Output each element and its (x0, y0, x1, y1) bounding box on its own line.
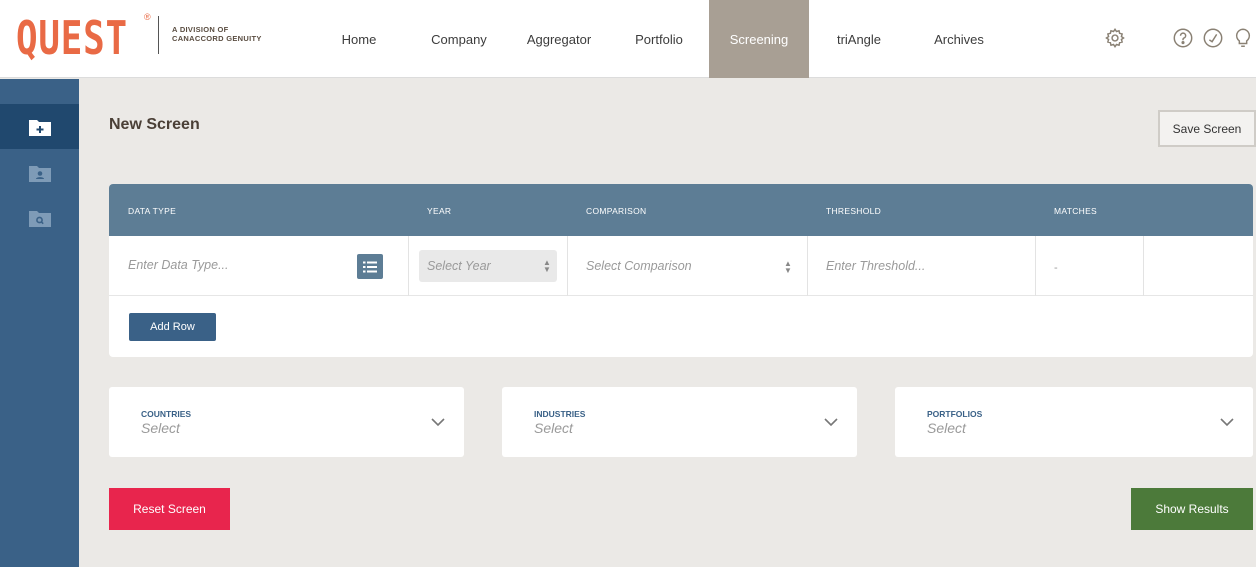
cell-divider (408, 236, 409, 296)
check-icon[interactable] (1202, 27, 1224, 49)
nav-archives[interactable]: Archives (909, 0, 1009, 78)
criteria-row: Enter Data Type... Select Year ▲ ▼ Select… (109, 236, 1253, 296)
header-matches: MATCHES (1054, 206, 1098, 216)
header-threshold: THRESHOLD (826, 206, 882, 216)
updown-arrows-icon: ▲ ▼ (784, 259, 792, 275)
user-folder-icon (28, 165, 51, 182)
new-folder-icon (28, 119, 51, 136)
tagline-line-2: CANACCORD GENUITY (172, 34, 262, 43)
header-year: YEAR (427, 206, 452, 216)
page-title: New Screen (109, 116, 200, 133)
chevron-down-icon (431, 418, 445, 427)
sidebar-item-new-screen[interactable] (0, 104, 79, 149)
tagline-line-1: A DIVISION OF (172, 25, 229, 34)
cell-divider (1035, 236, 1036, 296)
sidebar (0, 79, 79, 567)
year-select[interactable]: Select Year ▲ ▼ (419, 250, 557, 282)
industries-value: Select (534, 420, 573, 436)
nav-triangle[interactable]: triAngle (809, 0, 909, 78)
main-nav: Home Company Aggregator Portfolio Screen… (309, 0, 1009, 78)
logo-tagline: A DIVISION OF CANACCORD GENUITY (172, 25, 292, 43)
nav-company[interactable]: Company (409, 0, 509, 78)
industries-dropdown[interactable]: INDUSTRIES Select (502, 387, 857, 457)
chevron-down-icon (824, 418, 838, 427)
header-comparison: COMPARISON (586, 206, 647, 216)
comparison-select[interactable]: Select Comparison (586, 259, 692, 273)
threshold-input[interactable]: Enter Threshold... (826, 259, 925, 273)
nav-home[interactable]: Home (309, 0, 409, 78)
nav-aggregator[interactable]: Aggregator (509, 0, 609, 78)
portfolios-value: Select (927, 420, 966, 436)
add-row-button[interactable]: Add Row (129, 313, 216, 341)
updown-arrows-icon: ▲ ▼ (543, 258, 551, 274)
registered-mark: ® (144, 12, 151, 22)
query-folder-icon (28, 210, 51, 227)
portfolios-dropdown[interactable]: PORTFOLIOS Select (895, 387, 1253, 457)
header-data-type: DATA TYPE (128, 206, 177, 216)
show-results-button[interactable]: Show Results (1131, 488, 1253, 530)
cell-divider (807, 236, 808, 296)
matches-value: - (1054, 262, 1058, 274)
sidebar-item-query-screens[interactable] (0, 195, 79, 240)
cell-divider (1143, 236, 1144, 296)
table-header: DATA TYPE YEAR COMPARISON THRESHOLD MATC… (109, 184, 1253, 236)
lightbulb-icon[interactable] (1232, 27, 1254, 49)
year-select-value: Select Year (427, 259, 491, 273)
data-type-list-button[interactable] (357, 254, 383, 279)
help-icon[interactable] (1172, 27, 1194, 49)
settings-gear-icon[interactable] (1104, 27, 1126, 49)
save-screen-button[interactable]: Save Screen (1158, 110, 1256, 147)
cell-divider (567, 236, 568, 296)
sidebar-item-user-screens[interactable] (0, 150, 79, 195)
countries-label: COUNTRIES (141, 409, 192, 419)
criteria-table: DATA TYPE YEAR COMPARISON THRESHOLD MATC… (109, 184, 1253, 357)
logo-divider (158, 16, 159, 54)
portfolios-label: PORTFOLIOS (927, 409, 983, 419)
top-navigation-bar: QUEST ® A DIVISION OF CANACCORD GENUITY … (0, 0, 1256, 78)
chevron-down-icon (1220, 418, 1234, 427)
data-type-input[interactable]: Enter Data Type... (128, 258, 229, 272)
list-icon (363, 261, 377, 272)
industries-label: INDUSTRIES (534, 409, 586, 419)
quest-logo[interactable]: QUEST ® A DIVISION OF CANACCORD GENUITY (16, 10, 261, 66)
nav-portfolio[interactable]: Portfolio (609, 0, 709, 78)
countries-dropdown[interactable]: COUNTRIES Select (109, 387, 464, 457)
logo-wordmark: QUEST (16, 11, 128, 65)
reset-screen-button[interactable]: Reset Screen (109, 488, 230, 530)
nav-screening[interactable]: Screening (709, 0, 809, 78)
countries-value: Select (141, 420, 180, 436)
